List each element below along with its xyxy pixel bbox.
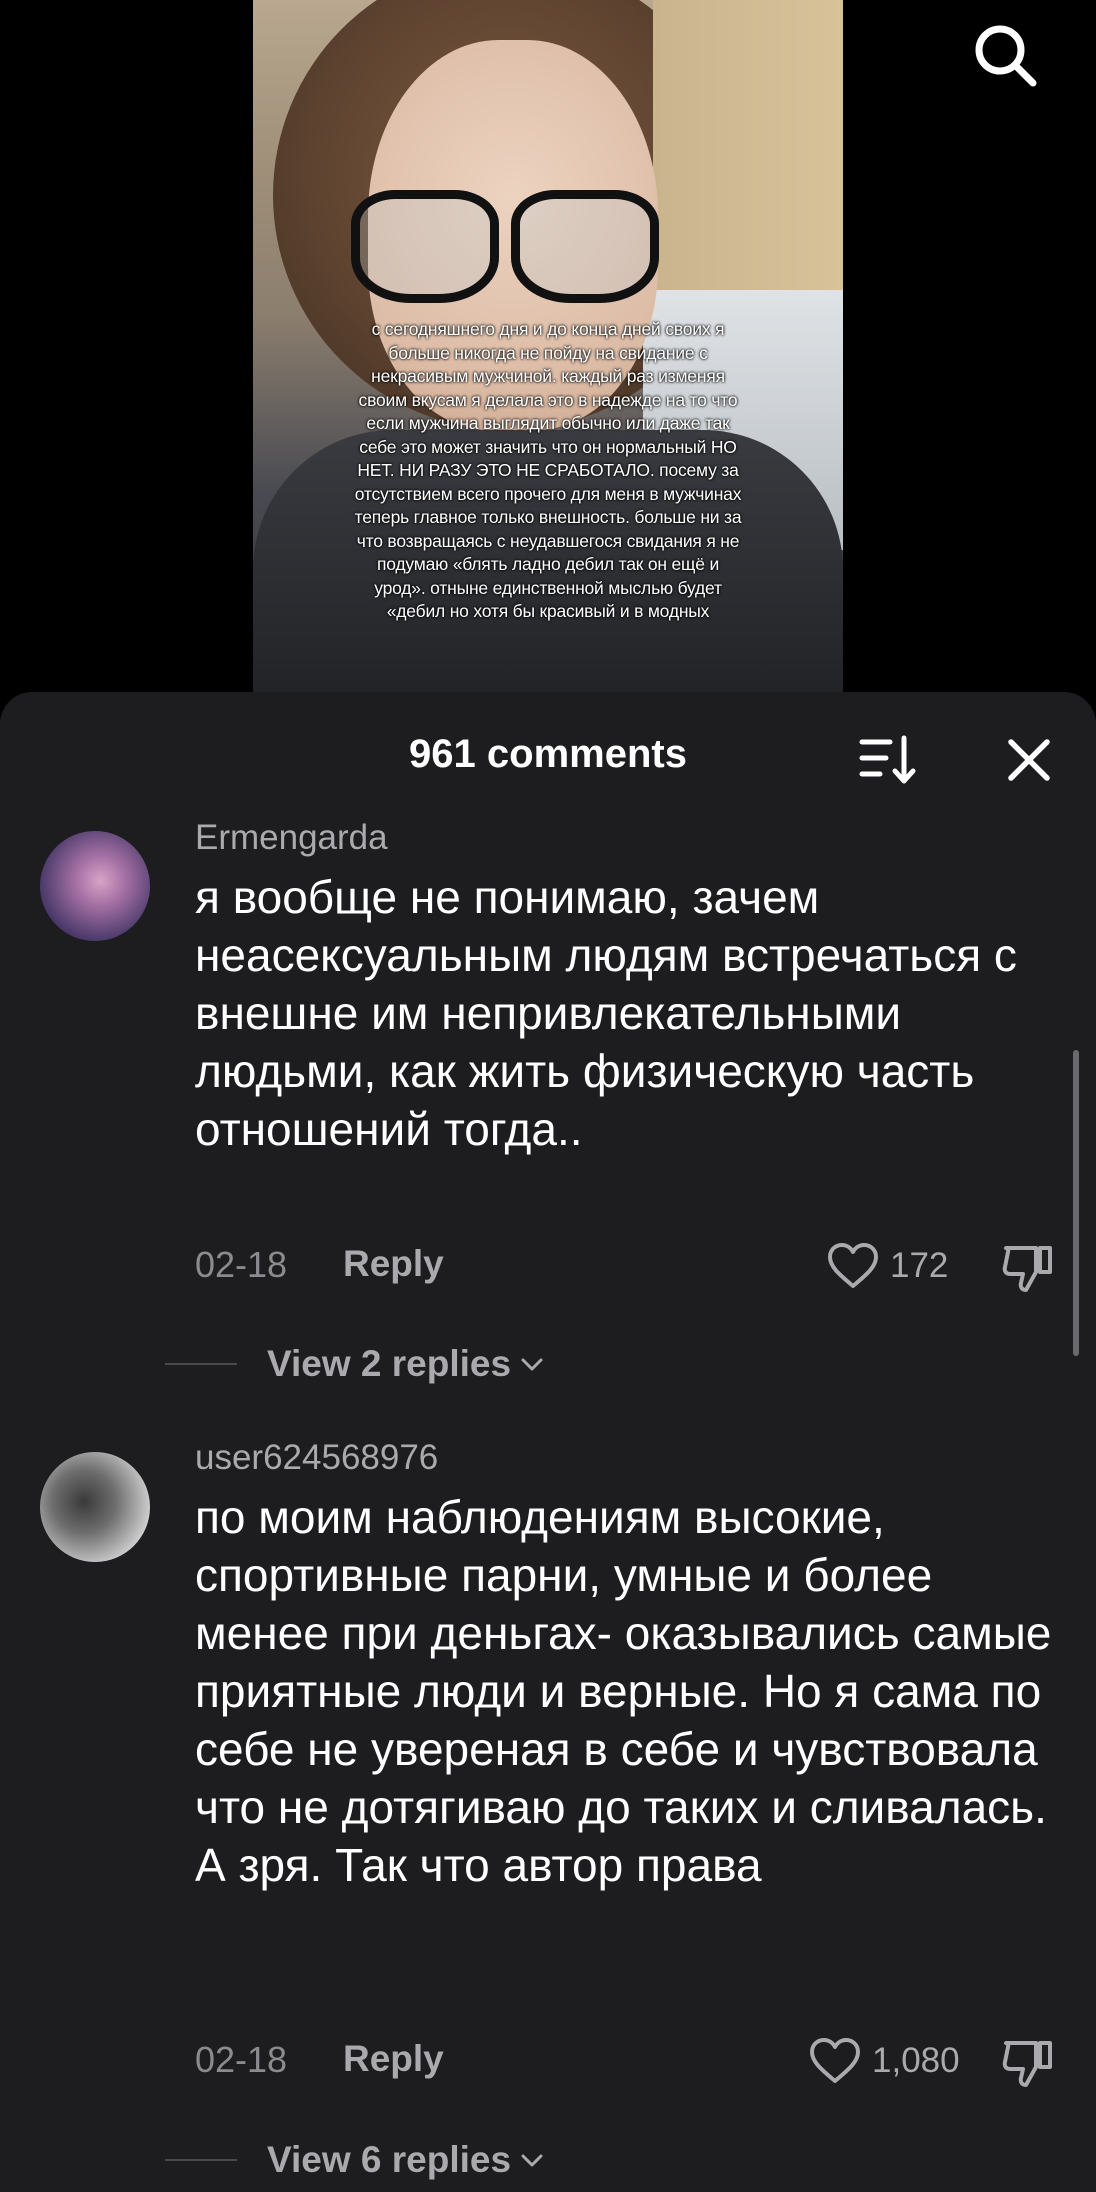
sort-button[interactable]	[858, 734, 918, 786]
comment-date: 02-18	[195, 1244, 288, 1285]
like-button[interactable]: 1,080	[808, 2036, 960, 2086]
comments-count-title: 961 comments	[409, 732, 687, 776]
dislike-button[interactable]	[1000, 1240, 1056, 1296]
like-button[interactable]: 172	[826, 1241, 948, 1291]
view-replies-label: View 6 replies	[267, 2139, 512, 2180]
comment-text: по моим наблюдениям высокие, спортивные …	[195, 1491, 1052, 1891]
thumbs-down-icon	[1002, 1246, 1052, 1292]
divider	[165, 2159, 237, 2161]
chevron-down-icon	[521, 1358, 543, 1371]
view-replies-button[interactable]: View 6 replies	[165, 2135, 545, 2185]
sort-icon	[859, 735, 916, 784]
video-glasses-left	[351, 190, 499, 303]
comment-username[interactable]: Ermengarda	[195, 818, 388, 858]
view-replies-button[interactable]: View 2 replies	[165, 1339, 545, 1389]
avatar[interactable]	[40, 831, 150, 941]
like-count: 1,080	[872, 2041, 960, 2080]
video-building	[653, 0, 843, 330]
dislike-button[interactable]	[1000, 2035, 1056, 2091]
divider	[165, 1363, 237, 1365]
comments-sheet: 961 comments Ermengarda я вообще не пони…	[0, 692, 1096, 2192]
close-icon	[1008, 739, 1050, 781]
avatar[interactable]	[40, 1452, 150, 1562]
heart-icon	[810, 2038, 860, 2083]
like-count: 172	[890, 1246, 949, 1285]
scrollbar[interactable]	[1073, 1050, 1079, 1356]
reply-button[interactable]: Reply	[343, 1243, 444, 1285]
search-button[interactable]	[970, 20, 1040, 90]
chevron-down-icon	[521, 2154, 543, 2167]
search-icon	[975, 25, 1037, 87]
heart-icon	[828, 1243, 878, 1288]
thumbs-down-icon	[1002, 2041, 1052, 2087]
comment-date: 02-18	[195, 2039, 288, 2080]
video-overlay-text: с сегодняшнего дня и до конца дней своих…	[354, 319, 742, 621]
close-button[interactable]	[1003, 734, 1055, 786]
video-glasses-right	[511, 190, 659, 303]
comment-text: я вообще не понимаю, зачем неасексуальны…	[195, 871, 1017, 1155]
video-frame[interactable]: с сегодняшнего дня и до конца дней своих…	[253, 0, 843, 700]
view-replies-label: View 2 replies	[267, 1343, 512, 1384]
comment-username[interactable]: user624568976	[195, 1438, 438, 1478]
reply-button[interactable]: Reply	[343, 2038, 444, 2080]
